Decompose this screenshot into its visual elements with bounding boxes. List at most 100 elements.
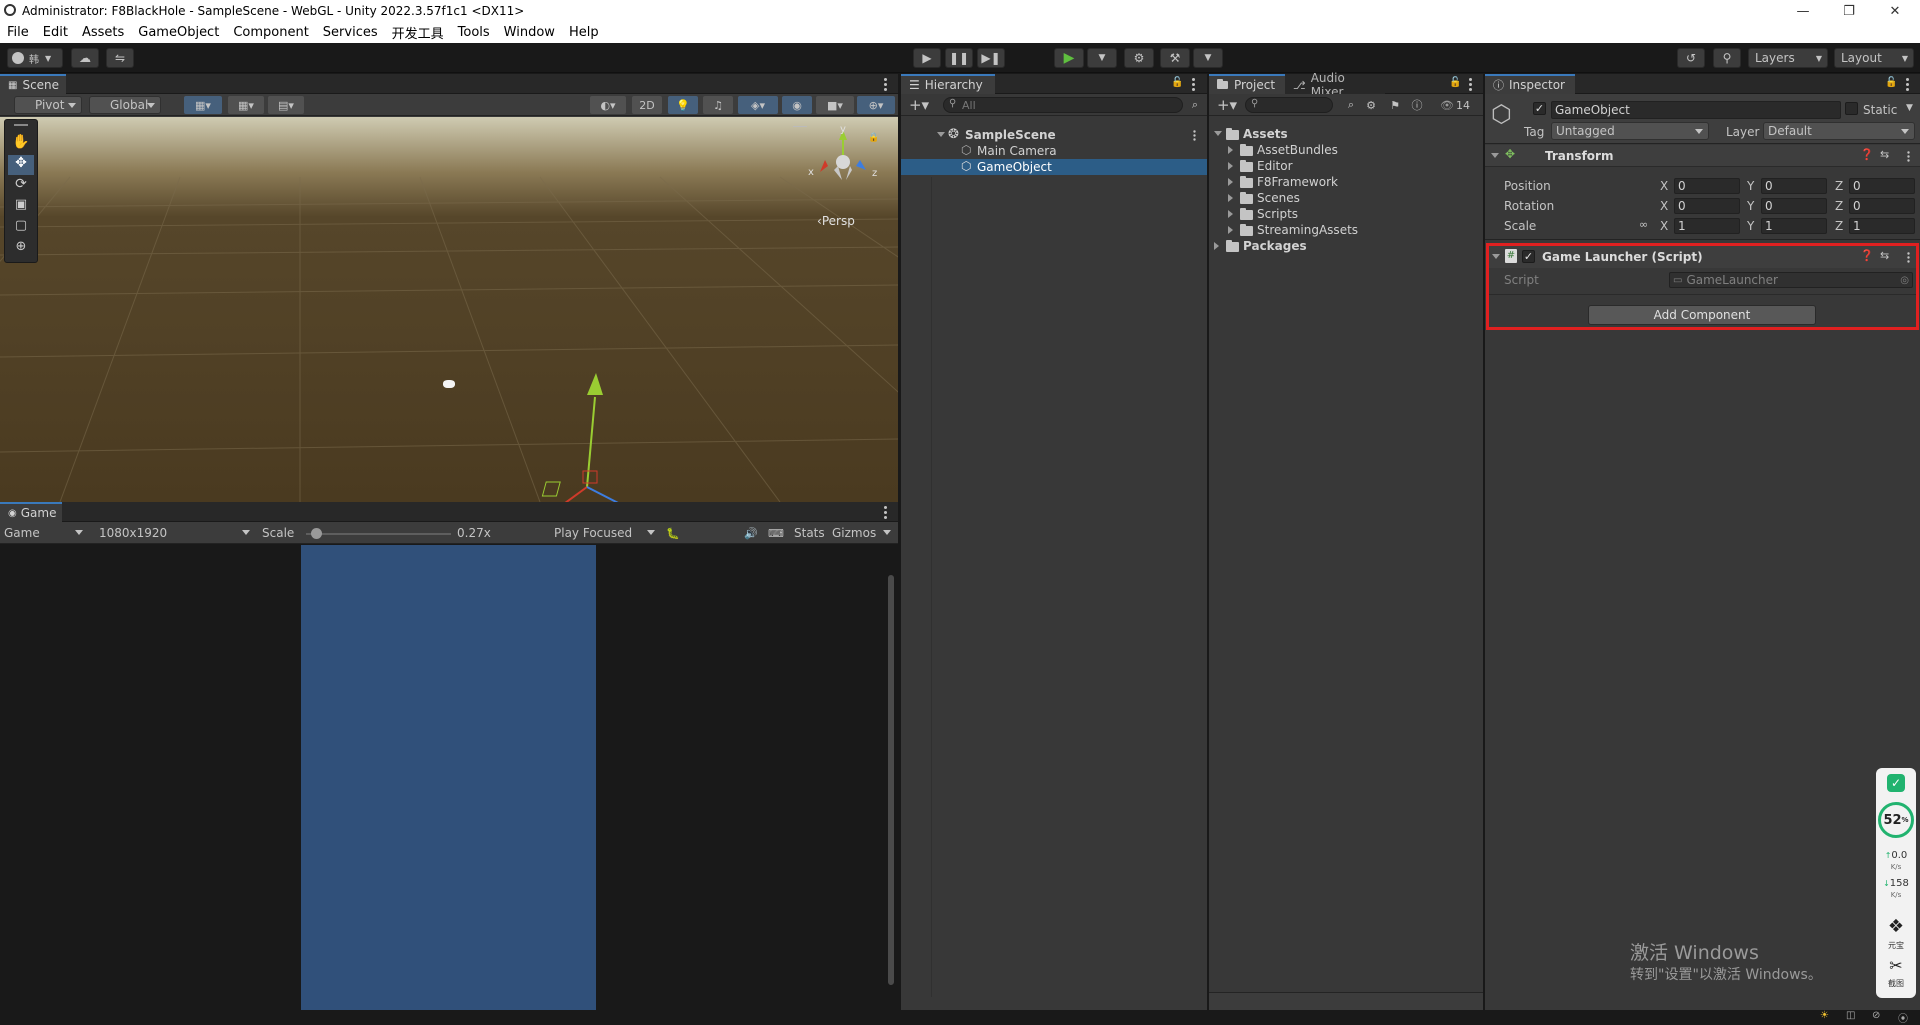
- menu-component[interactable]: Component: [226, 25, 315, 40]
- transform-header[interactable]: ✥ Transform ❓ ⇆: [1485, 145, 1920, 167]
- maximize-button[interactable]: ❐: [1826, 0, 1872, 22]
- tab-scene[interactable]: ▦ Scene: [0, 74, 66, 94]
- component-enabled-checkbox[interactable]: ✓: [1522, 250, 1535, 263]
- project-folder-row[interactable]: Scripts: [1209, 206, 1483, 222]
- pause-button[interactable]: ❚❚: [945, 48, 973, 68]
- mode-2d-button[interactable]: 2D: [632, 96, 662, 114]
- collapse-arrow-icon[interactable]: [1228, 178, 1233, 186]
- rotation-z-field[interactable]: 0: [1849, 198, 1915, 214]
- collapse-arrow-icon[interactable]: [1228, 146, 1233, 154]
- persp-label[interactable]: ‹Persp: [817, 214, 855, 228]
- label-tag-icon[interactable]: ⚑: [1387, 96, 1403, 114]
- inspector-menu-icon[interactable]: [1906, 78, 1909, 91]
- play-mode-dropdown[interactable]: Play Focused: [550, 524, 660, 542]
- visibility-toggle-icon[interactable]: ◉: [782, 96, 812, 114]
- search-by-label-icon[interactable]: ⚙: [1363, 96, 1379, 114]
- expand-arrow-icon[interactable]: [1491, 153, 1499, 158]
- preset-icon[interactable]: ⇆: [1880, 249, 1889, 262]
- collapse-arrow-icon[interactable]: [1228, 210, 1233, 218]
- scene-search-icon[interactable]: ⌕: [1187, 96, 1203, 114]
- resolution-dropdown[interactable]: 1080x1920: [95, 524, 255, 542]
- layer-dropdown[interactable]: Default: [1763, 122, 1915, 140]
- active-checkbox[interactable]: ✓: [1533, 102, 1546, 115]
- stats-button[interactable]: Stats: [794, 526, 825, 540]
- gizmo-drag-handle[interactable]: [793, 126, 807, 127]
- yuanbao-button[interactable]: ❖ 元宝: [1876, 916, 1916, 951]
- project-create-icon[interactable]: +▾: [1213, 96, 1241, 114]
- position-x-field[interactable]: 0: [1674, 178, 1740, 194]
- scale-slider[interactable]: [306, 528, 451, 539]
- info-icon[interactable]: ⓘ: [1409, 96, 1425, 114]
- audio-toggle-icon[interactable]: ♫: [703, 96, 733, 114]
- scene-object-icon[interactable]: [443, 380, 455, 388]
- snap-increment-icon[interactable]: ▤▾: [268, 96, 304, 114]
- screenshot-button[interactable]: ✂ 截图: [1876, 956, 1916, 989]
- account-dropdown[interactable]: 韩 ▼: [7, 48, 63, 68]
- tab-audio-mixer[interactable]: ⎇ Audio Mixer: [1285, 71, 1385, 99]
- hierarchy-item-main-camera[interactable]: ⬡ Main Camera: [901, 143, 1207, 159]
- gizmos-toggle-icon[interactable]: ⊕▾: [857, 96, 895, 114]
- pivot-dropdown[interactable]: Pivot: [14, 96, 82, 114]
- layout-dropdown[interactable]: Layout ▼: [1834, 48, 1914, 68]
- gameobject-cube-icon[interactable]: ⬡: [1491, 100, 1512, 128]
- hierarchy-search-input[interactable]: ⚲ All: [943, 97, 1183, 113]
- collapse-arrow-icon[interactable]: [1214, 242, 1219, 250]
- project-folder-row[interactable]: F8Framework: [1209, 174, 1483, 190]
- project-assets-row[interactable]: Assets: [1209, 126, 1483, 142]
- rect-tool-icon[interactable]: ▢: [8, 218, 34, 238]
- gizmo-lock-icon[interactable]: 🔒: [868, 133, 879, 143]
- collab-icon[interactable]: ⇋: [106, 48, 134, 68]
- menu-dev-tools[interactable]: 开发工具: [385, 23, 451, 42]
- tab-inspector[interactable]: ⓘ Inspector: [1485, 74, 1575, 94]
- create-add-icon[interactable]: +▾: [905, 96, 933, 114]
- debug-icon[interactable]: ⚙: [1124, 48, 1154, 68]
- position-y-field[interactable]: 0: [1761, 178, 1827, 194]
- step-button[interactable]: ▶❚: [977, 48, 1005, 68]
- hierarchy-item-gameobject[interactable]: ⬡ GameObject: [901, 159, 1207, 175]
- scene-menu-icon[interactable]: [884, 78, 887, 91]
- project-folder-row[interactable]: Editor: [1209, 158, 1483, 174]
- grid-snap-icon[interactable]: ▦▾: [184, 96, 222, 114]
- component-menu-icon[interactable]: [1907, 151, 1910, 162]
- network-status-icon[interactable]: ⊘: [1872, 1010, 1880, 1021]
- game-scrollbar[interactable]: [888, 575, 894, 985]
- component-menu-icon[interactable]: [1907, 252, 1910, 263]
- mute-audio-icon[interactable]: 🔊: [741, 524, 761, 542]
- help-icon[interactable]: ❓: [1860, 249, 1874, 262]
- menu-gameobject[interactable]: GameObject: [131, 25, 226, 40]
- cache-status-icon[interactable]: ◫: [1846, 1010, 1855, 1021]
- scale-z-field[interactable]: 1: [1849, 218, 1915, 234]
- game-viewport[interactable]: [301, 545, 596, 1010]
- global-dropdown[interactable]: Global: [89, 96, 161, 114]
- camera-settings-icon[interactable]: ■▾: [816, 96, 854, 114]
- play-button[interactable]: ▶: [913, 48, 941, 68]
- project-lock-icon[interactable]: 🔓: [1449, 77, 1461, 88]
- expand-arrow-icon[interactable]: [937, 132, 945, 137]
- move-gizmo[interactable]: [515, 367, 695, 502]
- tab-game[interactable]: ◉ Game: [0, 502, 62, 522]
- add-component-button[interactable]: Add Component: [1588, 305, 1816, 325]
- scale-y-field[interactable]: 1: [1761, 218, 1827, 234]
- rotation-y-field[interactable]: 0: [1761, 198, 1827, 214]
- collapse-arrow-icon[interactable]: [1228, 162, 1233, 170]
- search-by-type-icon[interactable]: ⌕: [1343, 96, 1359, 114]
- position-z-field[interactable]: 0: [1849, 178, 1915, 194]
- preset-icon[interactable]: ⇆: [1880, 148, 1889, 161]
- close-button[interactable]: ✕: [1872, 0, 1918, 22]
- constrain-proportions-icon[interactable]: ∞: [1639, 218, 1648, 231]
- project-menu-icon[interactable]: [1469, 78, 1472, 91]
- scale-tool-icon[interactable]: ▣: [8, 197, 34, 217]
- shield-icon[interactable]: ✓: [1887, 774, 1905, 792]
- scale-slider-thumb[interactable]: [311, 528, 323, 539]
- menu-assets[interactable]: Assets: [75, 25, 131, 40]
- scene-row-menu-icon[interactable]: [1193, 130, 1196, 141]
- cpu-usage-gauge[interactable]: 52%: [1878, 802, 1914, 838]
- grid-toggle-icon[interactable]: ▦▾: [228, 96, 264, 114]
- static-dropdown-icon[interactable]: ▼: [1906, 103, 1913, 113]
- keyboard-icon[interactable]: ⌨: [766, 524, 786, 542]
- lighting-status-icon[interactable]: ☀: [1820, 1010, 1829, 1021]
- rotation-x-field[interactable]: 0: [1674, 198, 1740, 214]
- static-checkbox[interactable]: [1845, 102, 1858, 115]
- object-name-field[interactable]: GameObject: [1551, 101, 1841, 119]
- project-folder-row[interactable]: AssetBundles: [1209, 142, 1483, 158]
